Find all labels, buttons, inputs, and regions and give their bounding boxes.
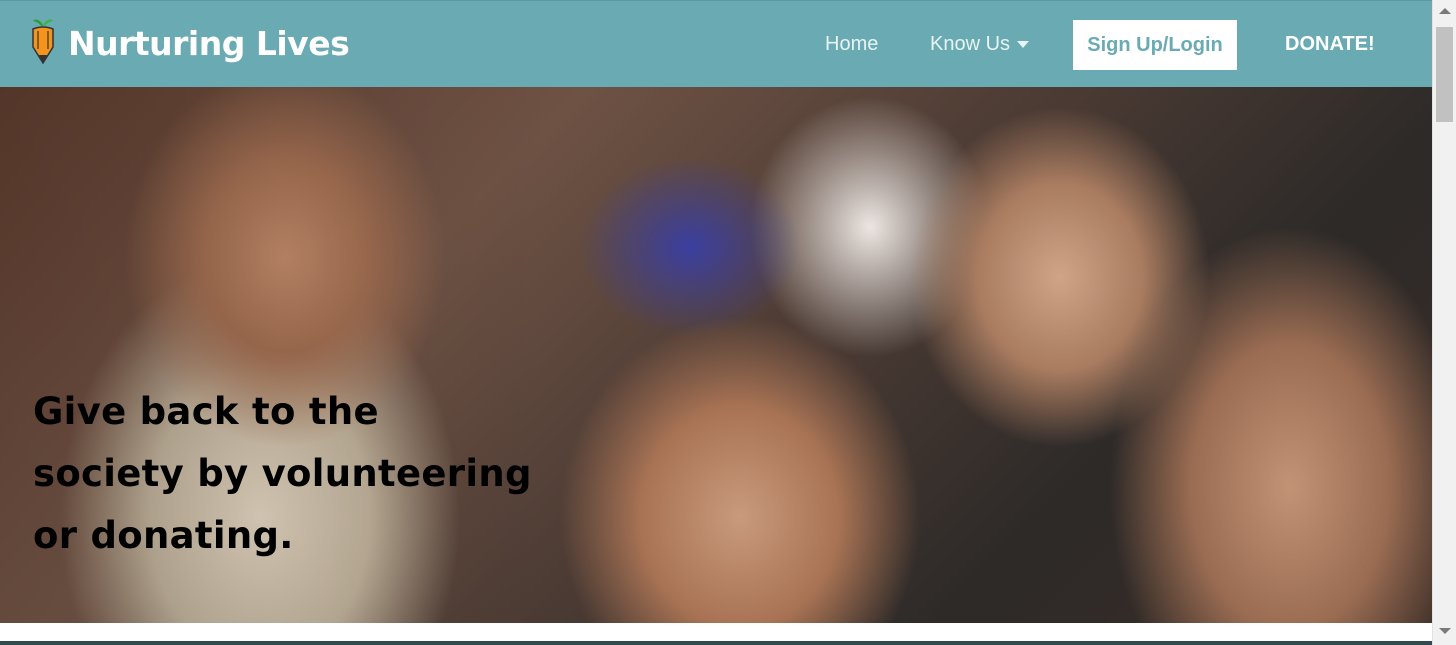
- scroll-down-arrow-icon[interactable]: [1439, 628, 1451, 634]
- nav-home-link[interactable]: Home: [825, 33, 878, 56]
- nav-know-us-dropdown[interactable]: Know Us: [930, 33, 1030, 56]
- brand-name: Nurturing Lives: [68, 23, 350, 63]
- hero-headline-line: society by volunteering: [33, 452, 532, 495]
- signup-login-button[interactable]: Sign Up/Login: [1073, 20, 1237, 70]
- navbar: Nurturing Lives Home Know Us Sign Up/Log…: [0, 0, 1432, 87]
- hero-banner: Give back to the society by volunteering…: [0, 87, 1432, 623]
- scrollbar-thumb[interactable]: [1436, 27, 1453, 122]
- hero-headline-line: or donating.: [33, 514, 294, 557]
- hero-headline-line: Give back to the: [33, 390, 379, 433]
- section-divider: [0, 641, 1432, 645]
- hero-headline: Give back to the society by volunteering…: [33, 381, 593, 567]
- carrot-pencil-icon: [30, 17, 56, 69]
- donate-button[interactable]: DONATE!: [1285, 33, 1375, 56]
- brand[interactable]: Nurturing Lives: [30, 17, 350, 69]
- scroll-up-arrow-icon[interactable]: [1439, 8, 1451, 14]
- nav-know-us-label: Know Us: [930, 33, 1011, 55]
- vertical-scrollbar[interactable]: [1432, 0, 1456, 645]
- page: Nurturing Lives Home Know Us Sign Up/Log…: [0, 0, 1432, 645]
- caret-down-icon: [1017, 41, 1030, 48]
